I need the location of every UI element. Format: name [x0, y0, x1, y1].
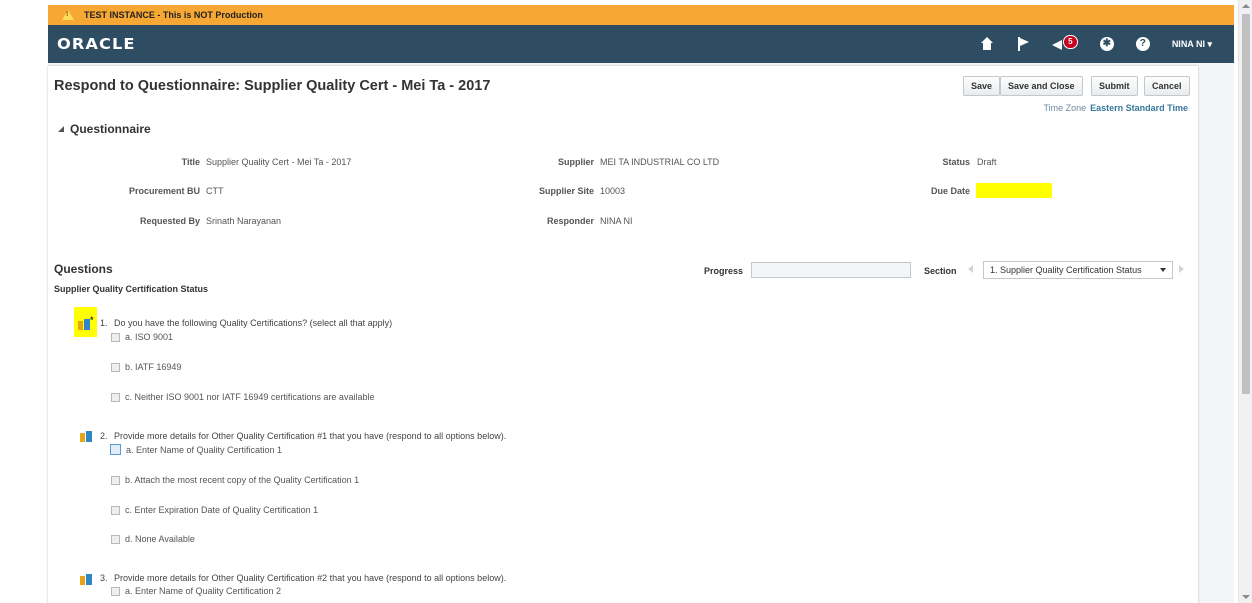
notifications-button[interactable]: 5 [1051, 35, 1078, 51]
flag-icon[interactable] [1016, 37, 1030, 51]
option-checkbox[interactable]: b. Attach the most recent copy of the Qu… [111, 475, 359, 485]
timezone-label: Time Zone [1043, 103, 1087, 113]
question-number: 1. [100, 318, 108, 328]
questionnaire-section-toggle[interactable]: Questionnaire [58, 122, 151, 136]
question-text: Provide more details for Other Quality C… [114, 573, 507, 583]
checkbox[interactable] [110, 444, 121, 455]
scroll-down-icon[interactable] [1242, 595, 1250, 599]
progress-label: Progress [704, 266, 744, 276]
option-checkbox[interactable]: d. None Available [111, 534, 195, 544]
questions-header: Questions [54, 262, 113, 276]
status-label: Status [942, 157, 970, 167]
question-icon [80, 574, 92, 585]
option-checkbox[interactable]: b. IATF 16949 [111, 362, 181, 372]
question-number: 3. [100, 573, 108, 583]
question-icon [80, 431, 92, 442]
section-select-value: 1. Supplier Quality Certification Status [990, 265, 1142, 275]
status-value: Draft [977, 157, 997, 167]
progress-bar [751, 262, 911, 278]
scroll-up-icon[interactable] [1242, 4, 1250, 8]
required-marker: * [90, 315, 94, 325]
option-label: d. None Available [125, 534, 195, 544]
notification-badge: 5 [1062, 35, 1078, 49]
warning-icon [62, 10, 74, 20]
save-button[interactable]: Save [963, 76, 1001, 96]
responder-value: NINA NI [600, 216, 633, 226]
supplier-value: MEI TA INDUSTRIAL CO LTD [600, 157, 720, 167]
save-and-close-button[interactable]: Save and Close [1000, 76, 1083, 96]
responder-label: Responder [546, 216, 594, 226]
option-checkbox[interactable]: c. Neither ISO 9001 nor IATF 16949 certi… [111, 392, 374, 402]
next-section-icon[interactable] [1179, 265, 1184, 273]
timezone-value: Eastern Standard Time [1090, 103, 1188, 113]
oracle-logo: ORACLE [57, 35, 136, 53]
supplier-site-label: Supplier Site [538, 186, 594, 196]
supplier-label: Supplier [557, 157, 594, 167]
requested-by-label: Requested By [139, 216, 200, 226]
option-checkbox[interactable]: a. ISO 9001 [111, 332, 173, 342]
submit-button[interactable]: Submit [1091, 76, 1138, 96]
previous-section-icon[interactable] [968, 265, 973, 273]
checkbox[interactable] [111, 505, 120, 515]
option-label: a. ISO 9001 [125, 332, 174, 342]
page-title: Respond to Questionnaire: Supplier Quali… [54, 78, 491, 94]
questionnaire-header: Questionnaire [70, 122, 151, 136]
due-date-value [976, 183, 1052, 198]
checkbox[interactable] [111, 475, 120, 485]
option-label: b. IATF 16949 [125, 362, 182, 372]
question-text: Provide more details for Other Quality C… [114, 431, 507, 441]
user-menu[interactable]: NINA NI ▾ [1172, 39, 1212, 50]
scroll-thumb[interactable] [1242, 14, 1250, 394]
test-instance-banner: TEST INSTANCE - This is NOT Production [48, 5, 1234, 25]
question-icon [78, 319, 90, 330]
home-icon[interactable] [980, 37, 994, 51]
title-label: Title [181, 157, 200, 167]
accessibility-icon[interactable]: ✱ [1099, 37, 1114, 51]
checkbox[interactable] [111, 332, 120, 342]
test-instance-text: TEST INSTANCE - This is NOT Production [84, 10, 263, 20]
timezone: Time Zone Eastern Standard Time [1043, 103, 1188, 113]
question-text: Do you have the following Quality Certif… [114, 318, 393, 328]
checkbox[interactable] [111, 586, 120, 596]
global-header: ORACLE 5 ✱ ? NINA NI ▾ [48, 25, 1234, 63]
checkbox[interactable] [111, 534, 120, 544]
option-label: c. Neither ISO 9001 nor IATF 16949 certi… [125, 392, 375, 402]
title-value: Supplier Quality Cert - Mei Ta - 2017 [206, 157, 352, 167]
procurement-bu-label: Procurement BU [128, 186, 200, 196]
megaphone-icon [1051, 40, 1062, 50]
option-label: c. Enter Expiration Date of Quality Cert… [125, 505, 319, 515]
option-label: a. Enter Name of Quality Certification 2 [125, 586, 282, 596]
questions-subsection: Supplier Quality Certification Status [54, 284, 209, 294]
checkbox[interactable] [111, 392, 120, 402]
caret-down-icon [1160, 268, 1166, 272]
checkbox[interactable] [111, 362, 120, 372]
section-label: Section [924, 266, 957, 276]
option-checkbox[interactable]: c. Enter Expiration Date of Quality Cert… [111, 505, 318, 515]
supplier-site-value: 10003 [600, 186, 626, 196]
help-icon[interactable]: ? [1135, 37, 1150, 51]
cancel-button[interactable]: Cancel [1144, 76, 1190, 96]
section-select[interactable]: 1. Supplier Quality Certification Status [983, 261, 1173, 279]
option-label: a. Enter Name of Quality Certification 1 [126, 444, 283, 455]
header-icons: 5 ✱ ? NINA NI ▾ [980, 35, 1212, 51]
collapse-triangle-icon [58, 126, 64, 132]
due-date-label: Due Date [930, 186, 970, 196]
option-checkbox[interactable]: a. Enter Name of Quality Certification 1 [110, 444, 282, 455]
page-scrollbar[interactable] [1238, 0, 1252, 603]
option-checkbox[interactable]: a. Enter Name of Quality Certification 2 [111, 586, 281, 596]
procurement-bu-value: CTT [206, 186, 224, 196]
requested-by-value: Srinath Narayanan [206, 216, 282, 226]
question-number: 2. [100, 431, 108, 441]
questionnaire-panel: Respond to Questionnaire: Supplier Quali… [48, 66, 1198, 603]
option-label: b. Attach the most recent copy of the Qu… [125, 475, 360, 485]
